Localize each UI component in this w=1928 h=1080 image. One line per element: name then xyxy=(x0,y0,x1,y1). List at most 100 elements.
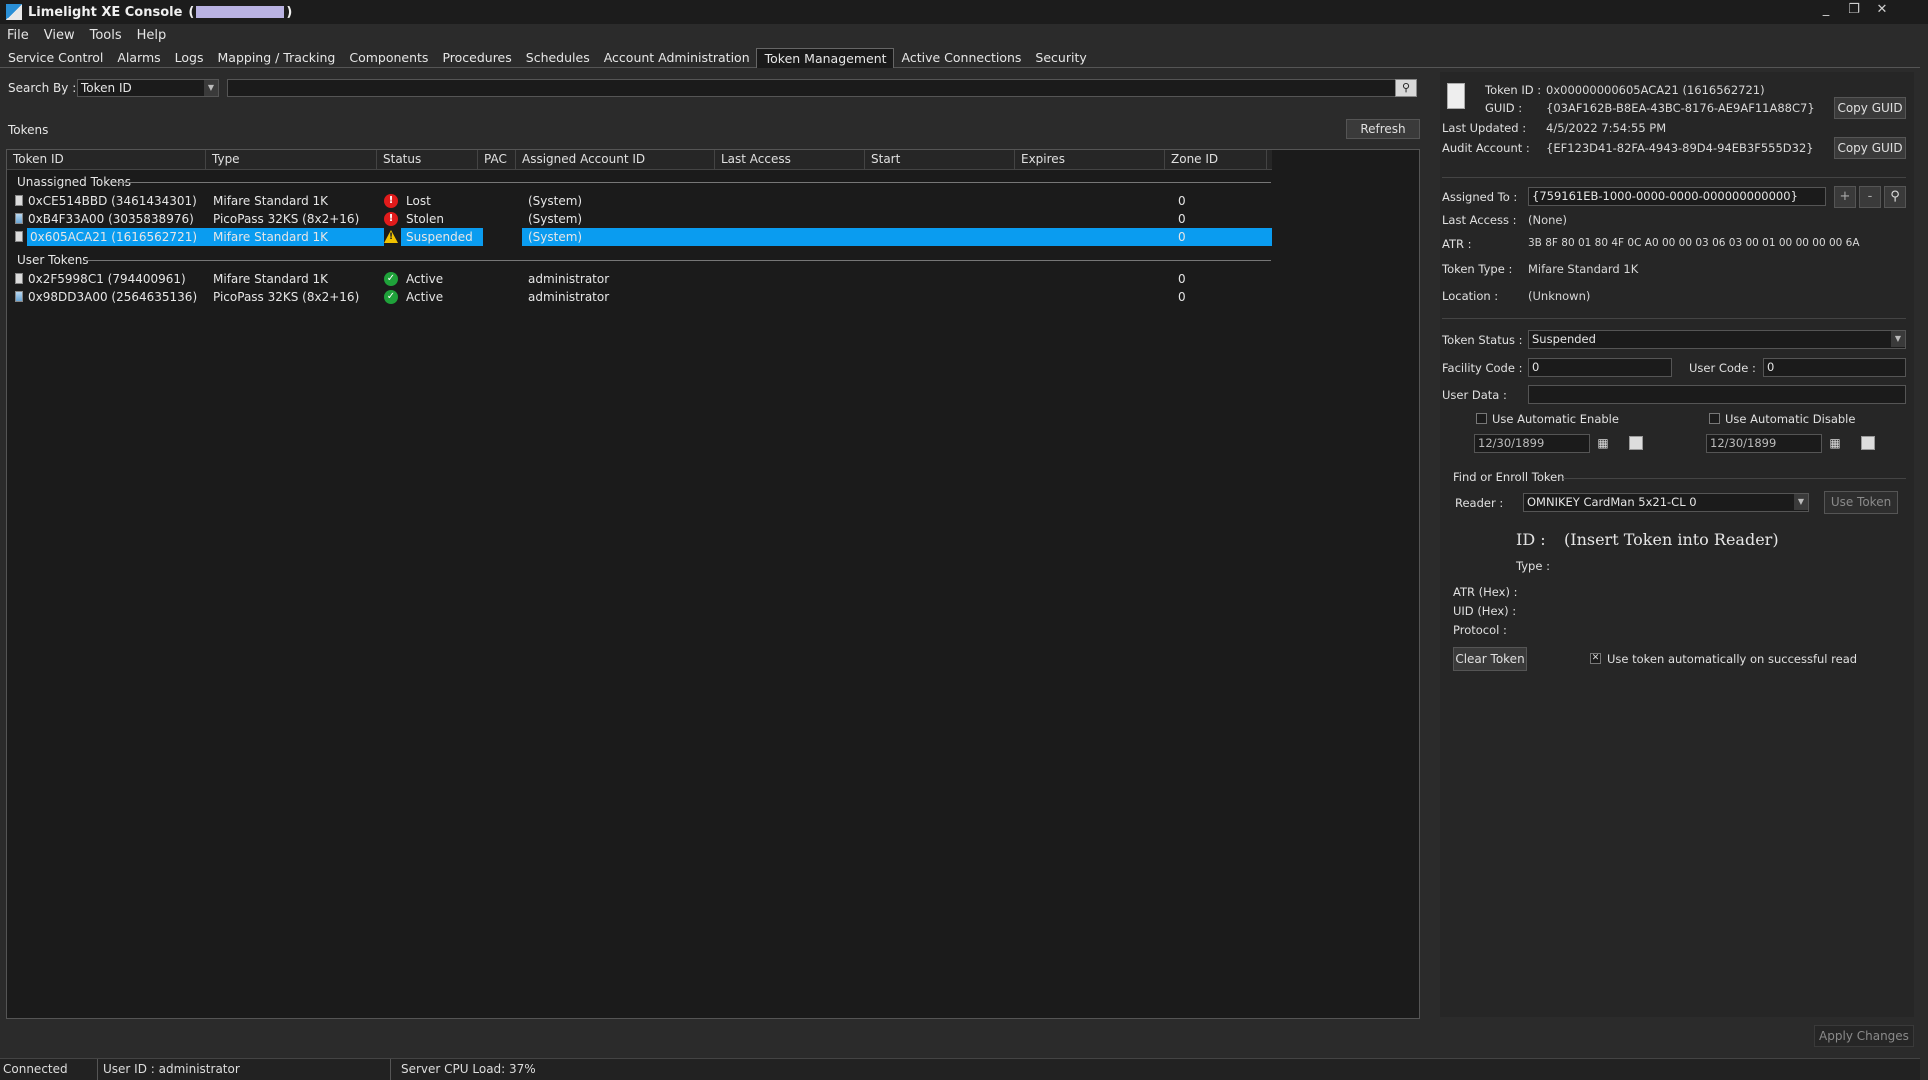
disable-date-field[interactable]: 12/30/1899 xyxy=(1706,434,1822,453)
tab-account-administration[interactable]: Account Administration xyxy=(596,48,756,68)
cell-status: Active xyxy=(406,290,444,304)
tab-token-management[interactable]: Token Management xyxy=(755,48,894,68)
table-row[interactable]: 0xCE514BBD (3461434301) Mifare Standard … xyxy=(12,192,1272,210)
cell-type: PicoPass 32KS (8x2+16) xyxy=(213,290,360,304)
close-button[interactable]: ✕ xyxy=(1872,0,1892,20)
cell-token-id: 0x98DD3A00 (2564635136) xyxy=(28,290,198,304)
facility-code-label: Facility Code : xyxy=(1442,361,1523,375)
user-code-label: User Code : xyxy=(1689,361,1756,375)
col-assigned-account[interactable]: Assigned Account ID xyxy=(516,150,715,170)
assigned-to-field[interactable]: {759161EB-1000-0000-0000-000000000000} xyxy=(1528,187,1826,206)
menu-view[interactable]: View xyxy=(37,26,83,46)
user-data-field[interactable] xyxy=(1528,385,1906,404)
search-input[interactable] xyxy=(227,79,1398,97)
search-by-label: Search By : xyxy=(8,81,77,95)
auto-enable-checkbox[interactable] xyxy=(1476,413,1487,424)
refresh-button[interactable]: Refresh xyxy=(1346,119,1420,139)
magnifier-icon[interactable]: ⚲ xyxy=(1884,186,1906,208)
col-start[interactable]: Start xyxy=(865,150,1015,170)
window-title-paren-open: ( xyxy=(188,4,195,20)
enroll-type-label: Type : xyxy=(1516,559,1550,573)
chevron-down-icon[interactable]: ▼ xyxy=(204,80,218,96)
tab-logs[interactable]: Logs xyxy=(167,48,210,68)
menu-help[interactable]: Help xyxy=(130,26,175,46)
enable-date-clear-box[interactable] xyxy=(1629,436,1643,450)
cell-zone: 0 xyxy=(1178,194,1186,208)
tab-procedures[interactable]: Procedures xyxy=(434,48,517,68)
col-pac[interactable]: PAC xyxy=(478,150,516,170)
col-last-access[interactable]: Last Access xyxy=(715,150,865,170)
tab-components[interactable]: Components xyxy=(341,48,434,68)
cell-token-id: 0x605ACA21 (1616562721) xyxy=(30,230,198,244)
token-grid[interactable]: Token ID Type Status PAC Assigned Accoun… xyxy=(6,149,1420,1019)
clear-token-button[interactable]: Clear Token xyxy=(1453,647,1527,671)
tab-schedules[interactable]: Schedules xyxy=(518,48,596,68)
apply-changes-button[interactable]: Apply Changes xyxy=(1814,1025,1914,1047)
facility-code-field[interactable]: 0 xyxy=(1528,358,1672,377)
tab-security[interactable]: Security xyxy=(1027,48,1092,68)
reader-select[interactable]: OMNIKEY CardMan 5x21-CL 0 ▼ xyxy=(1523,493,1809,512)
table-row[interactable]: 0x2F5998C1 (794400961) Mifare Standard 1… xyxy=(12,270,1272,288)
cell-account: (System) xyxy=(528,194,583,208)
minimize-button[interactable]: _ xyxy=(1816,0,1836,20)
remove-assignment-button[interactable]: - xyxy=(1859,186,1881,208)
col-expires[interactable]: Expires xyxy=(1015,150,1165,170)
group-label: User Tokens xyxy=(17,253,89,267)
table-row-selected[interactable]: 0x605ACA21 (1616562721) Mifare Standard … xyxy=(12,228,1272,246)
menu-file[interactable]: File xyxy=(0,26,37,46)
magnifier-icon[interactable]: ⚲ xyxy=(1395,79,1417,97)
last-updated-value: 4/5/2022 7:54:55 PM xyxy=(1546,121,1667,135)
chevron-down-icon[interactable]: ▼ xyxy=(1794,494,1808,510)
location-label: Location : xyxy=(1442,289,1499,303)
audit-account-value: {EF123D41-82FA-4943-89D4-94EB3F555D32} xyxy=(1546,141,1814,155)
cell-type: Mifare Standard 1K xyxy=(213,272,329,286)
atr-hex-label: ATR (Hex) : xyxy=(1453,585,1518,599)
disable-date-clear-box[interactable] xyxy=(1861,436,1875,450)
auto-use-checkbox[interactable]: ✕ xyxy=(1590,653,1601,664)
user-code-field[interactable]: 0 xyxy=(1763,358,1906,377)
uid-hex-label: UID (Hex) : xyxy=(1453,604,1517,618)
token-status-select[interactable]: Suspended ▼ xyxy=(1528,330,1906,349)
token-card-icon xyxy=(15,273,23,284)
copy-audit-guid-button[interactable]: Copy GUID xyxy=(1834,137,1906,159)
col-token-id[interactable]: Token ID xyxy=(7,150,206,170)
tab-active-connections[interactable]: Active Connections xyxy=(894,48,1028,68)
cell-type: PicoPass 32KS (8x2+16) xyxy=(213,212,360,226)
copy-guid-button[interactable]: Copy GUID xyxy=(1834,97,1906,119)
cell-status: Suspended xyxy=(406,230,473,244)
chevron-down-icon[interactable]: ▼ xyxy=(1891,331,1905,347)
assigned-to-label: Assigned To : xyxy=(1442,190,1518,204)
calendar-icon[interactable]: ▦ xyxy=(1825,434,1845,452)
title-bar: Limelight XE Console ( ) _ ❐ ✕ xyxy=(0,0,1928,24)
tab-mapping-tracking[interactable]: Mapping / Tracking xyxy=(210,48,342,68)
col-zone-id[interactable]: Zone ID xyxy=(1165,150,1267,170)
cell-account: administrator xyxy=(528,290,610,304)
menu-tools[interactable]: Tools xyxy=(83,26,130,46)
redacted-server-name xyxy=(196,6,285,18)
cell-zone: 0 xyxy=(1178,272,1186,286)
auto-disable-checkbox[interactable] xyxy=(1709,413,1720,424)
col-type[interactable]: Type xyxy=(206,150,377,170)
restore-button[interactable]: ❐ xyxy=(1844,0,1864,20)
guid-value: {03AF162B-B8EA-43BC-8176-AE9AF11A88C7} xyxy=(1546,101,1815,115)
menu-bar: File View Tools Help xyxy=(0,26,174,46)
search-field-value: Token ID xyxy=(81,81,132,95)
cpu-load-status: Server CPU Load: 37% xyxy=(401,1062,536,1076)
last-access-label: Last Access : xyxy=(1442,213,1517,227)
check-icon: ✓ xyxy=(384,272,398,286)
calendar-icon[interactable]: ▦ xyxy=(1593,434,1613,452)
last-access-value: (None) xyxy=(1528,213,1567,227)
tab-service-control[interactable]: Service Control xyxy=(0,48,109,68)
guid-label: GUID : xyxy=(1485,101,1523,115)
auto-use-label: Use token automatically on successful re… xyxy=(1607,652,1858,666)
use-token-button[interactable]: Use Token xyxy=(1824,491,1898,514)
col-status[interactable]: Status xyxy=(377,150,478,170)
cell-status: Active xyxy=(406,272,444,286)
search-field-select[interactable]: Token ID ▼ xyxy=(77,79,219,97)
add-assignment-button[interactable]: + xyxy=(1834,186,1856,208)
token-type-value: Mifare Standard 1K xyxy=(1528,262,1639,276)
table-row[interactable]: 0xB4F33A00 (3035838976) PicoPass 32KS (8… xyxy=(12,210,1272,228)
tab-alarms[interactable]: Alarms xyxy=(109,48,166,68)
table-row[interactable]: 0x98DD3A00 (2564635136) PicoPass 32KS (8… xyxy=(12,288,1272,306)
enable-date-field[interactable]: 12/30/1899 xyxy=(1474,434,1590,453)
